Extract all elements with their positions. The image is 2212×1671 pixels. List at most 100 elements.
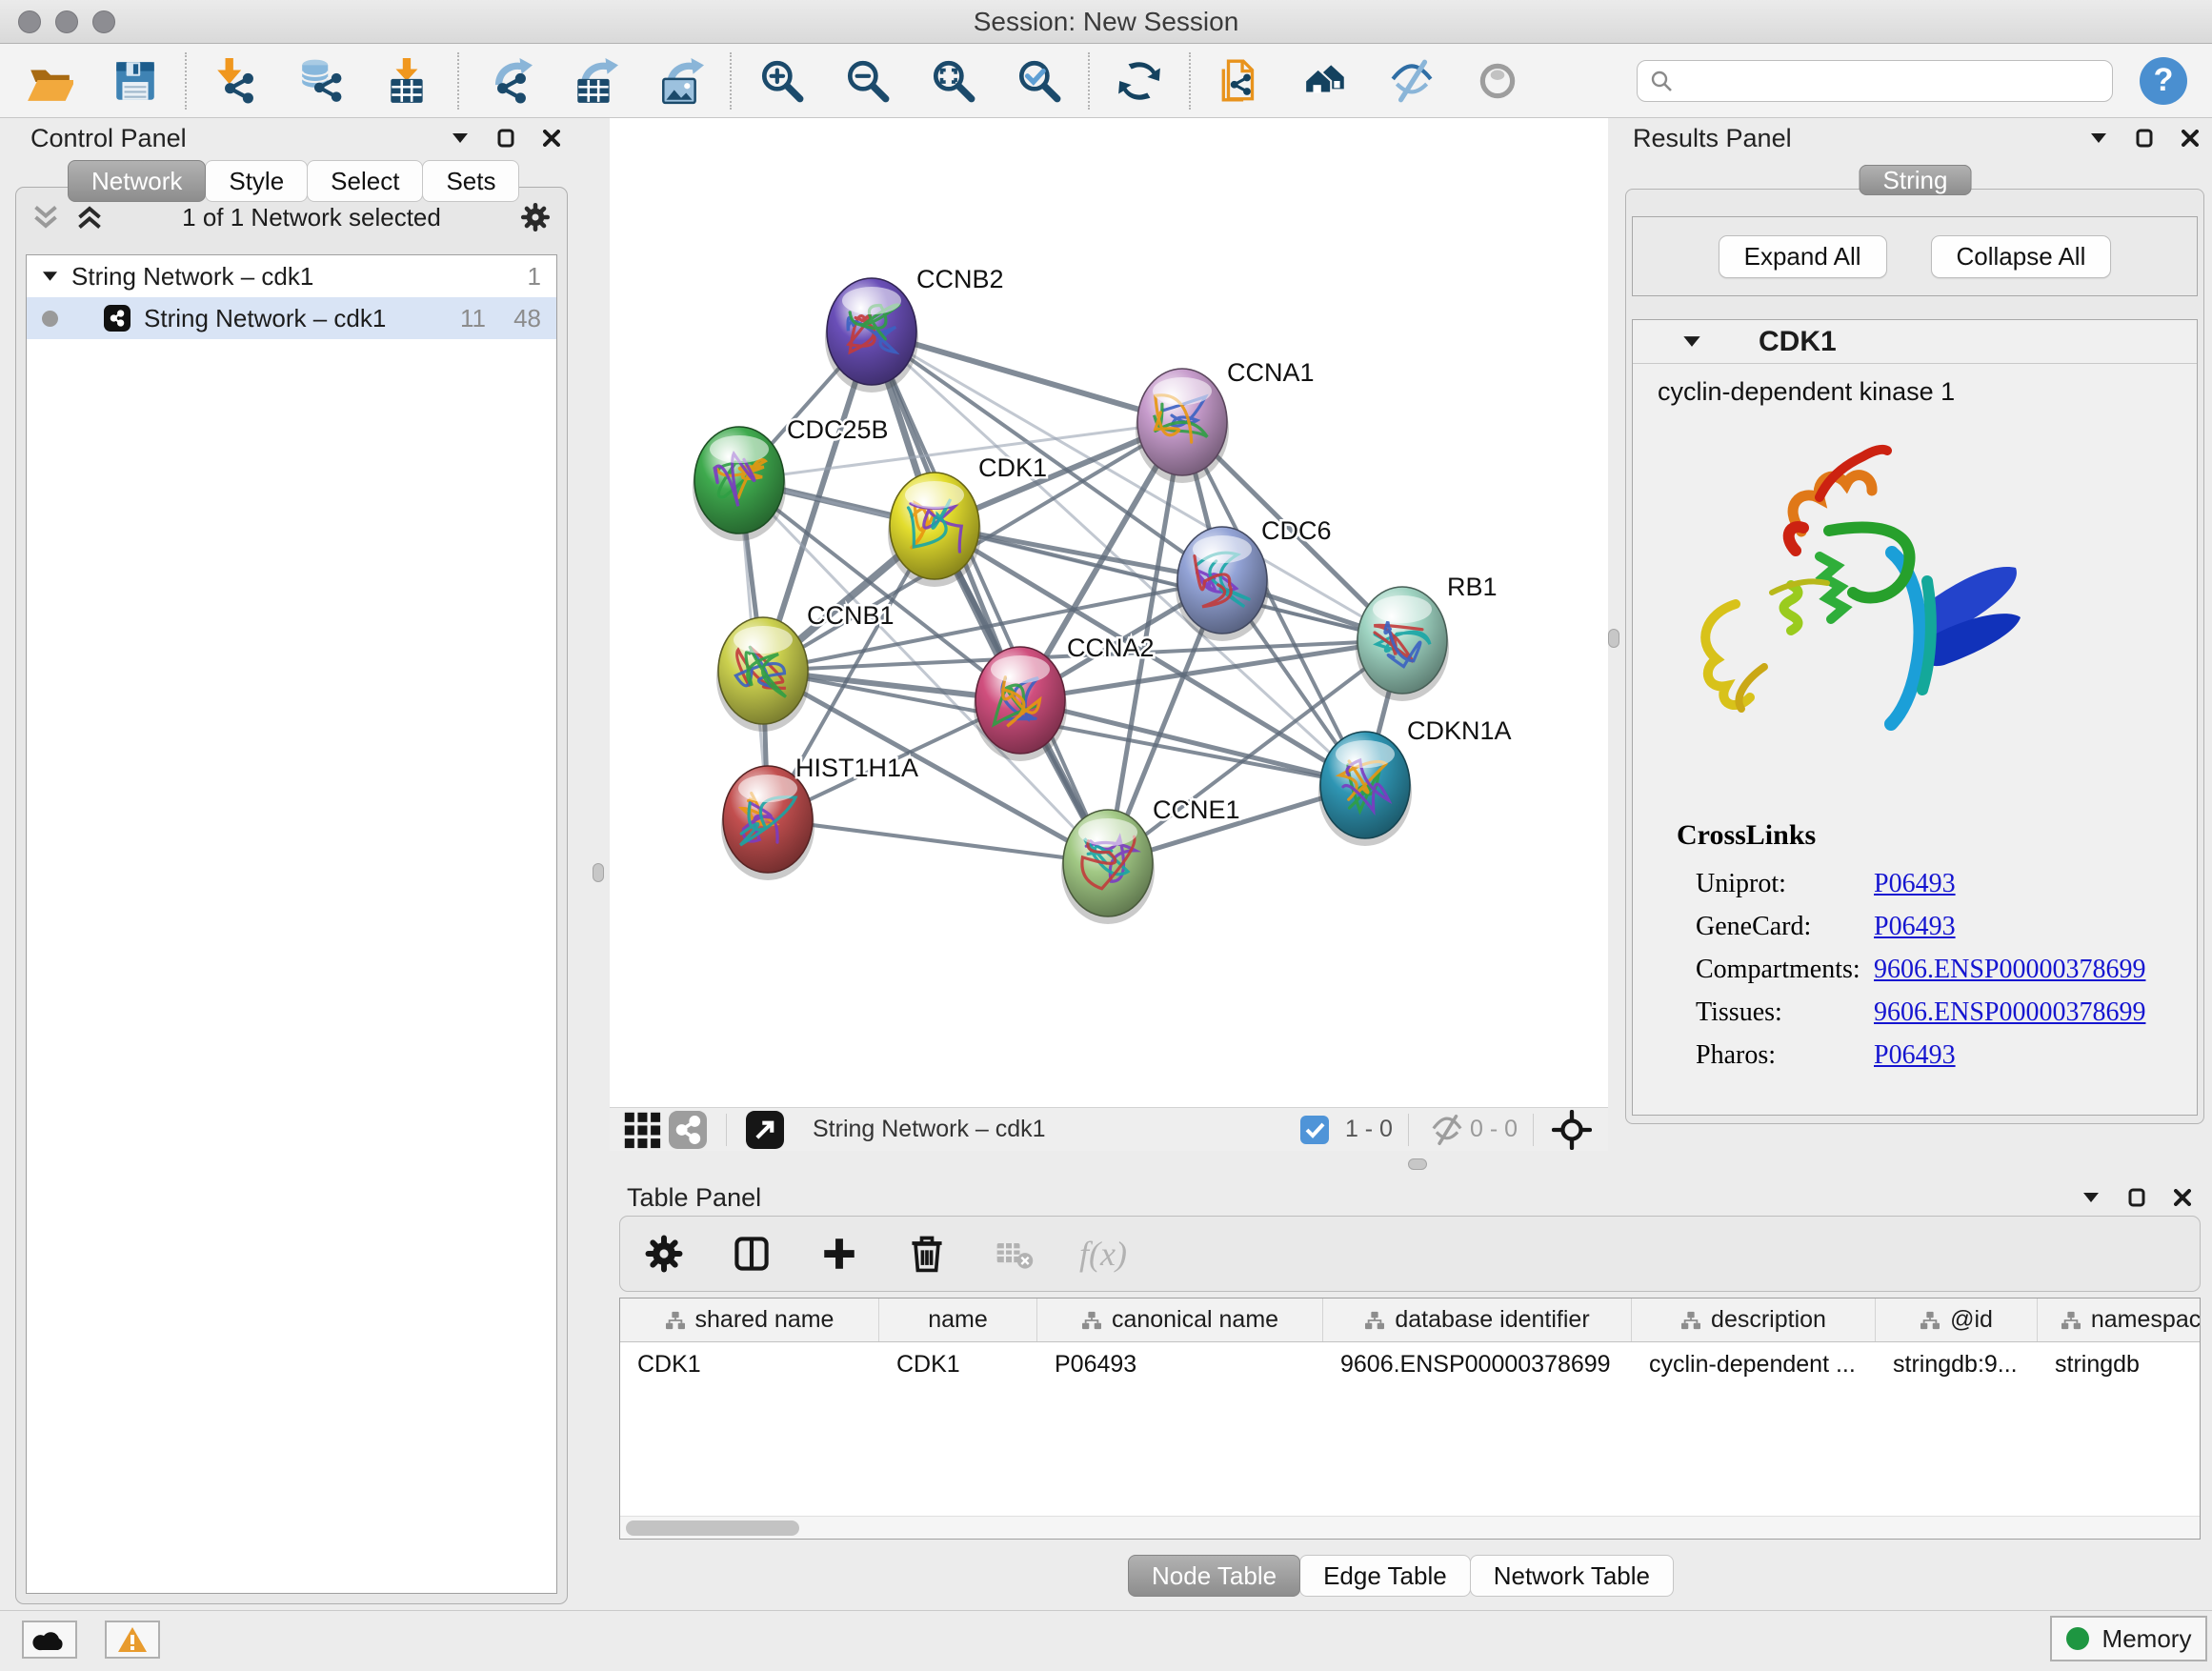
crosslink-link[interactable]: P06493 [1874,912,1956,942]
column-header-database-identifier[interactable]: database identifier [1323,1299,1632,1341]
show-all-icon[interactable] [1473,56,1522,106]
network-canvas[interactable]: CCNB2 CCNA1 CDC25B CDK1 CDC6 RB1 CCNB1 [610,118,1608,1107]
create-column-plus-icon[interactable] [816,1231,862,1277]
column-type-icon [665,1311,686,1330]
network-node-HIST1H1A[interactable]: HIST1H1A [721,754,918,880]
network-node-CCNB2[interactable]: CCNB2 [825,265,1004,393]
collapse-all-button[interactable]: Collapse All [1931,235,2112,278]
left-splitter-handle[interactable] [593,863,604,882]
column-header-shared-name[interactable]: shared name [620,1299,879,1341]
column-label: description [1711,1306,1826,1334]
tab-network[interactable]: Network [68,160,206,202]
table-horizontal-scrollbar[interactable] [620,1516,2200,1539]
tab-string[interactable]: String [1860,165,1972,195]
panel-close-icon[interactable] [2174,1189,2191,1206]
scrollbar-thumb[interactable] [626,1520,799,1536]
network-node-CDK1[interactable]: CDK1 [888,453,1047,587]
tab-select[interactable]: Select [307,160,423,202]
column-header-name[interactable]: name [879,1299,1037,1341]
tab-sets[interactable]: Sets [422,160,519,202]
network-edge[interactable] [872,332,1108,863]
column-header--id[interactable]: @id [1876,1299,2038,1341]
warning-status-button[interactable] [105,1621,160,1659]
network-node-RB1[interactable]: RB1 [1356,573,1498,701]
tree-expand-triangle-icon[interactable] [42,271,58,282]
section-collapse-triangle-icon[interactable] [1682,335,1701,348]
first-neighbors-icon[interactable] [1301,56,1351,106]
network-collection-row[interactable]: String Network – cdk1 1 [27,255,556,297]
tab-node-table[interactable]: Node Table [1128,1555,1300,1597]
selected-checkbox-icon[interactable] [1292,1107,1337,1153]
gene-section-header[interactable]: CDK1 [1633,320,2197,364]
cloud-status-button[interactable] [22,1621,77,1659]
export-network-icon[interactable] [484,56,533,106]
network-edge[interactable] [768,819,1108,863]
open-in-window-icon[interactable] [742,1107,788,1153]
import-database-icon[interactable] [297,56,347,106]
search-box[interactable] [1637,60,2113,102]
crosslink-link[interactable]: P06493 [1874,869,1956,899]
panel-float-icon[interactable] [2136,129,2153,148]
delete-column-trash-icon[interactable] [904,1231,950,1277]
right-splitter-handle[interactable] [1608,629,1619,648]
network-selection-summary: 1 of 1 Network selected [104,203,519,232]
node-table[interactable]: shared namenamecanonical namedatabase id… [619,1298,2201,1540]
tab-network-table[interactable]: Network Table [1470,1555,1674,1597]
bottom-splitter-handle[interactable] [1408,1158,1427,1170]
network-edge[interactable] [872,332,1182,422]
import-table-icon[interactable] [383,56,432,106]
expand-all-chevron-icon[interactable] [75,204,104,231]
node-label-CCNA1: CCNA1 [1227,358,1315,387]
panel-collapse-icon[interactable] [452,132,469,144]
open-session-icon[interactable] [25,56,74,106]
crosslink-link[interactable]: 9606.ENSP00000378699 [1874,997,2145,1028]
column-header-description[interactable]: description [1632,1299,1876,1341]
network-share-view-icon[interactable] [665,1107,711,1153]
column-header-canonical-name[interactable]: canonical name [1037,1299,1323,1341]
grid-view-icon[interactable] [619,1107,665,1153]
help-button[interactable]: ? [2140,57,2187,105]
export-table-icon[interactable] [570,56,619,106]
status-bar: Memory [0,1610,2212,1671]
export-image-icon[interactable] [655,56,705,106]
expand-all-button[interactable]: Expand All [1719,235,1887,278]
panel-float-icon[interactable] [2128,1188,2145,1207]
gear-icon[interactable] [519,201,552,233]
table-cell: stringdb [2038,1342,2201,1386]
panel-collapse-icon[interactable] [2082,1192,2100,1203]
network-node-CDC6[interactable]: CDC6 [1176,516,1332,641]
panel-float-icon[interactable] [497,129,514,148]
panel-close-icon[interactable] [2182,130,2199,147]
network-from-selection-icon[interactable] [1216,56,1265,106]
search-icon [1649,69,1674,93]
crosslink-link[interactable]: 9606.ENSP00000378699 [1874,955,2145,985]
save-session-icon[interactable] [111,56,160,106]
panel-collapse-icon[interactable] [2090,132,2107,144]
panel-close-icon[interactable] [543,130,560,147]
hide-selection-icon[interactable] [1387,56,1437,106]
network-view-toolbar: String Network – cdk1 1 - 0 0 - 0 [610,1107,1608,1151]
tab-style[interactable]: Style [205,160,308,202]
birds-eye-view-icon[interactable] [1549,1107,1595,1153]
collapse-all-chevron-icon[interactable] [31,204,60,231]
table-row[interactable]: CDK1CDK1P064939606.ENSP00000378699cyclin… [620,1342,2200,1386]
network-row[interactable]: String Network – cdk1 11 48 [27,297,556,339]
refresh-icon[interactable] [1115,56,1164,106]
zoom-selected-icon[interactable] [1014,56,1063,106]
show-columns-icon[interactable] [729,1231,774,1277]
crosslink-row: Compartments: 9606.ENSP00000378699 [1633,955,2197,997]
network-node-CDKN1A[interactable]: CDKN1A [1318,716,1512,846]
zoom-in-icon[interactable] [756,56,806,106]
table-settings-gear-icon[interactable] [641,1231,687,1277]
main-toolbar: ? [0,44,2212,118]
crosslink-label: GeneCard: [1696,912,1811,942]
search-input[interactable] [1674,68,2101,94]
network-node-CCNE1[interactable]: CCNE1 [1061,795,1240,924]
zoom-fit-icon[interactable] [928,56,977,106]
column-header-namespace[interactable]: namespace [2038,1299,2201,1341]
import-network-icon[interactable] [211,56,261,106]
crosslink-link[interactable]: P06493 [1874,1040,1956,1071]
zoom-out-icon[interactable] [842,56,892,106]
memory-button[interactable]: Memory [2050,1616,2207,1661]
tab-edge-table[interactable]: Edge Table [1299,1555,1471,1597]
